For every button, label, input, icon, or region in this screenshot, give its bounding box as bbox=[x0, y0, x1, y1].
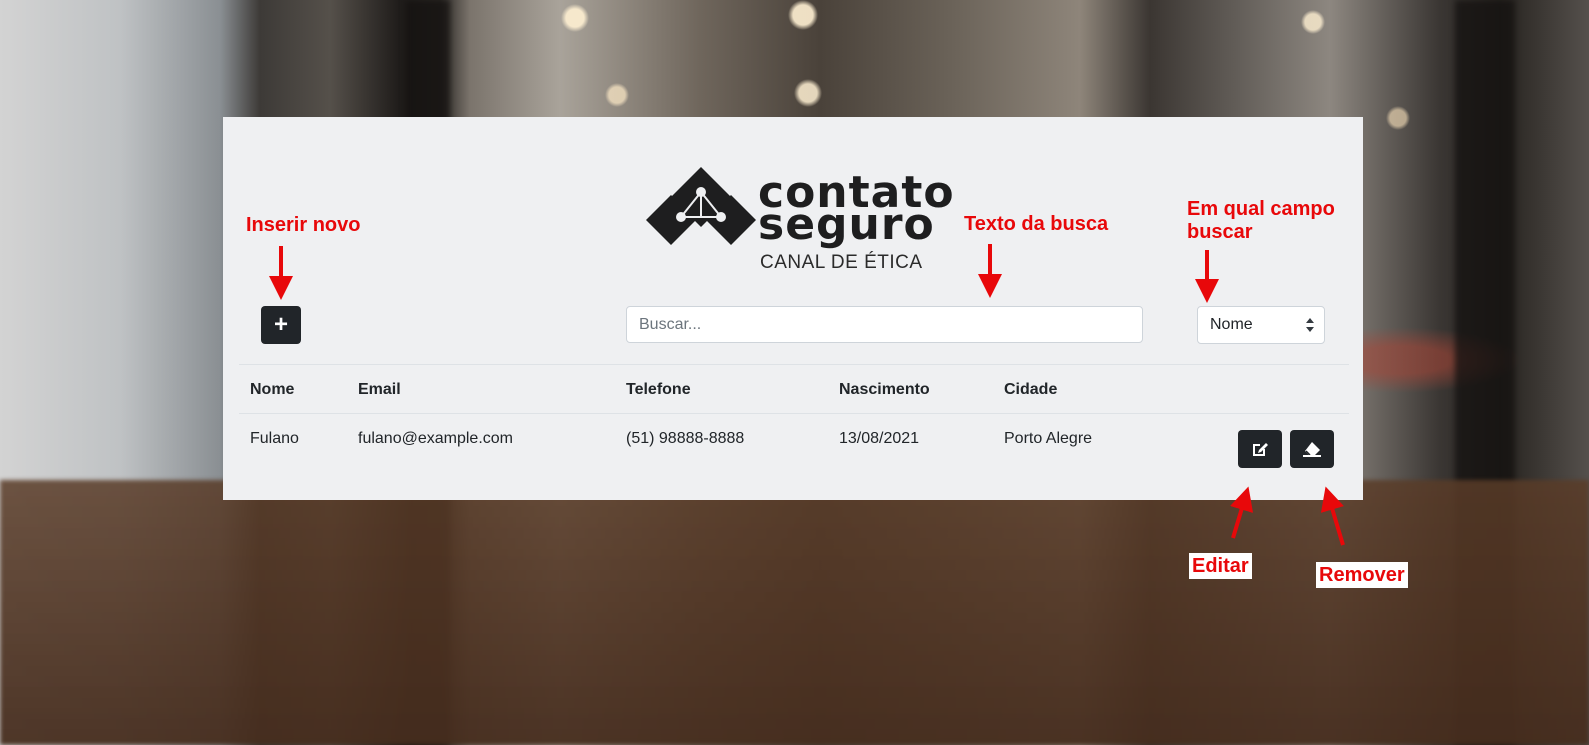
search-field-select[interactable]: Nome bbox=[1197, 306, 1325, 344]
cell-nome: Fulano bbox=[250, 430, 299, 447]
column-header-nascimento: Nascimento bbox=[839, 381, 930, 398]
column-header-nome: Nome bbox=[250, 381, 295, 398]
brand-tagline: CANAL DE ÉTICA bbox=[760, 252, 923, 273]
annotation-edit: Editar bbox=[1189, 553, 1252, 579]
search-input[interactable] bbox=[626, 306, 1143, 343]
plus-icon: + bbox=[273, 311, 288, 338]
column-header-cidade: Cidade bbox=[1004, 381, 1058, 398]
edit-button[interactable] bbox=[1238, 430, 1282, 468]
annotation-insert-new: Inserir novo bbox=[246, 214, 361, 236]
eraser-icon bbox=[1303, 442, 1321, 457]
table-header-divider bbox=[239, 413, 1349, 414]
cell-telefone: (51) 98888-8888 bbox=[626, 430, 745, 447]
background-floor bbox=[0, 480, 1589, 745]
cell-nascimento: 13/08/2021 bbox=[839, 430, 920, 447]
annotation-remove: Remover bbox=[1316, 562, 1408, 588]
logo-mark-icon bbox=[646, 167, 756, 245]
column-header-email: Email bbox=[358, 381, 401, 398]
logo-wordmark-line2: seguro bbox=[758, 199, 935, 250]
table-top-divider bbox=[239, 364, 1349, 365]
remove-button[interactable] bbox=[1290, 430, 1334, 468]
search-field-select-value: Nome bbox=[1210, 316, 1253, 333]
annotation-search-field-line2: buscar bbox=[1187, 221, 1253, 243]
annotation-search-field-line1: Em qual campo bbox=[1187, 198, 1335, 220]
cell-cidade: Porto Alegre bbox=[1004, 430, 1093, 447]
column-header-telefone: Telefone bbox=[626, 381, 691, 398]
select-caret-icon bbox=[1306, 318, 1314, 332]
cell-email: fulano@example.com bbox=[358, 430, 513, 447]
annotation-search-text: Texto da busca bbox=[964, 213, 1109, 235]
edit-icon bbox=[1253, 443, 1268, 456]
add-new-button[interactable]: + bbox=[261, 306, 301, 344]
